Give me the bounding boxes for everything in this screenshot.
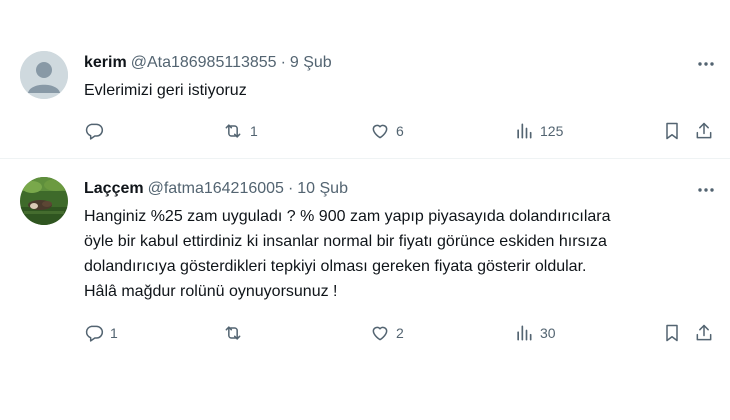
views-button[interactable]: 125	[514, 116, 563, 146]
tweet-header: kerim @Ata186985113855 · 9 Şub	[84, 53, 332, 73]
reply-icon	[84, 323, 104, 343]
separator-dot: ·	[280, 54, 286, 71]
reply-button[interactable]	[84, 116, 110, 146]
like-icon	[370, 121, 390, 141]
bookmark-button[interactable]	[662, 318, 682, 348]
tweet-date[interactable]: 9 Şub	[290, 54, 332, 71]
tweet-date[interactable]: 10 Şub	[297, 180, 348, 197]
avatar[interactable]	[20, 51, 68, 99]
bookmark-button[interactable]	[662, 116, 682, 146]
author-handle[interactable]: @Ata186985113855	[131, 54, 277, 71]
like-button[interactable]: 6	[370, 116, 404, 146]
bookmark-icon	[662, 323, 682, 343]
bookmark-icon	[662, 121, 682, 141]
tweet[interactable]: Laççem @fatma164216005 · 10 Şub Hanginiz %2…	[0, 160, 730, 420]
more-icon[interactable]	[694, 52, 718, 76]
like-icon	[370, 323, 390, 343]
like-count: 2	[396, 325, 404, 341]
views-icon	[514, 323, 534, 343]
reply-button[interactable]: 1	[84, 318, 118, 348]
more-icon[interactable]	[694, 178, 718, 202]
retweet-button[interactable]: 1	[222, 116, 258, 146]
retweet-icon	[222, 323, 244, 343]
views-icon	[514, 121, 534, 141]
author-name[interactable]: kerim	[84, 54, 127, 71]
author-handle[interactable]: @fatma164216005	[148, 180, 284, 197]
retweet-count: 1	[250, 123, 258, 139]
views-count: 30	[540, 325, 556, 341]
separator-dot: ·	[287, 180, 294, 197]
retweet-icon	[222, 121, 244, 141]
retweet-button[interactable]	[222, 318, 250, 348]
tweet-actions: 1 6 125	[84, 116, 720, 146]
like-button[interactable]: 2	[370, 318, 404, 348]
share-button[interactable]	[694, 318, 714, 348]
author-name[interactable]: Laççem	[84, 180, 144, 197]
tweet-text: Evlerimizi geri istiyoruz	[84, 82, 247, 99]
reply-icon	[84, 121, 104, 141]
share-icon	[694, 323, 714, 343]
tweet[interactable]: kerim @Ata186985113855 · 9 Şub Evlerimizi g…	[0, 0, 730, 159]
views-button[interactable]: 30	[514, 318, 556, 348]
like-count: 6	[396, 123, 404, 139]
tweet-text: Hanginiz %25 zam uyguladı ? % 900 zam ya…	[84, 208, 611, 300]
views-count: 125	[540, 123, 564, 139]
tweet-actions: 1 2 30	[84, 318, 720, 348]
avatar[interactable]	[20, 177, 68, 225]
share-button[interactable]	[694, 116, 714, 146]
share-icon	[694, 121, 714, 141]
tweet-header: Laççem @fatma164216005 · 10 Şub	[84, 179, 348, 199]
reply-count: 1	[110, 325, 118, 341]
